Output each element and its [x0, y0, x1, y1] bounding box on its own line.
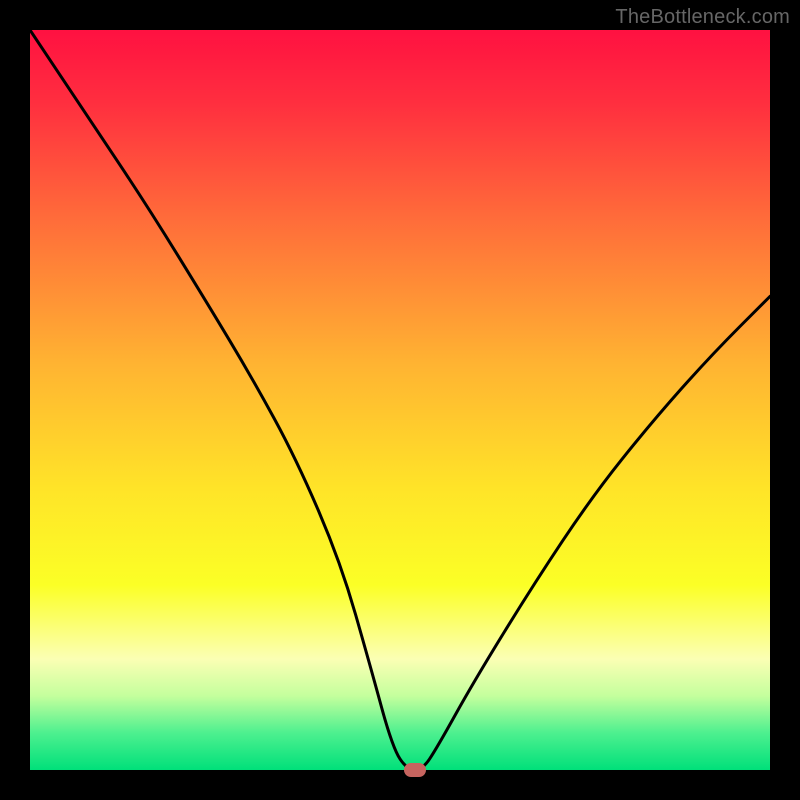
plot-area: [30, 30, 770, 770]
bottleneck-curve: [30, 30, 770, 770]
watermark-text: TheBottleneck.com: [615, 6, 790, 29]
minimum-marker: [404, 763, 426, 777]
